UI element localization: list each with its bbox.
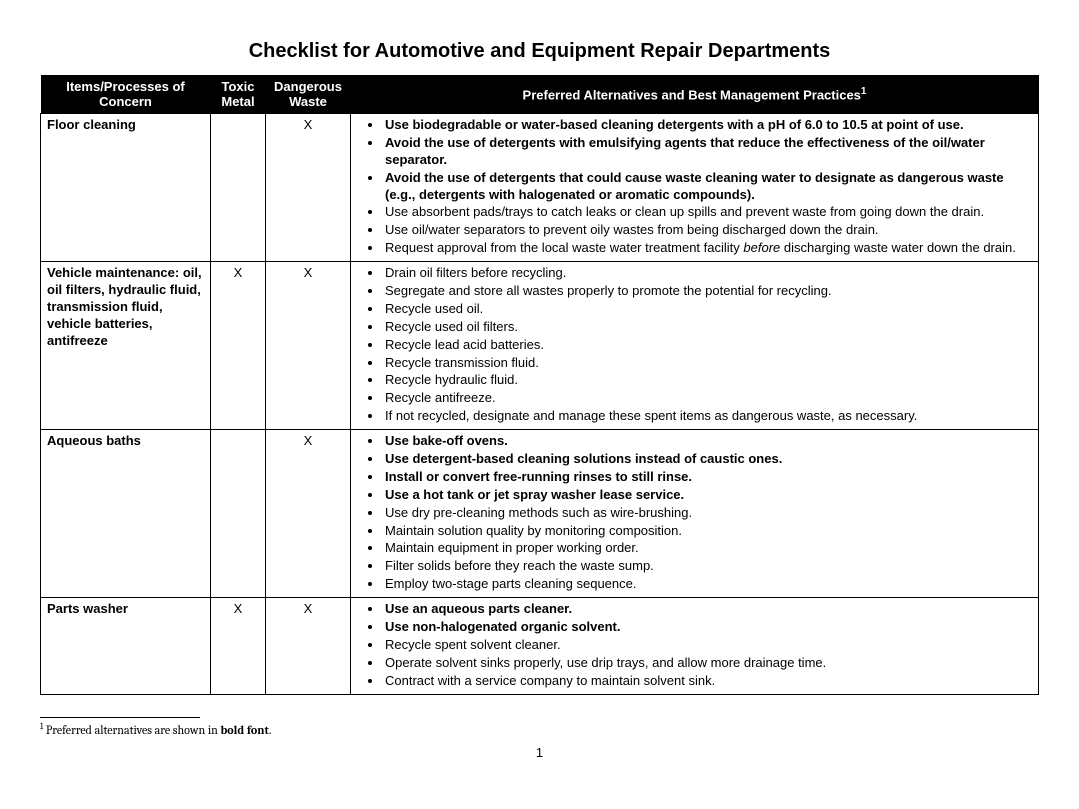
bullet-item: Recycle lead acid batteries.: [383, 337, 1034, 354]
page-title: Checklist for Automotive and Equipment R…: [40, 40, 1039, 63]
bullet-item: Maintain equipment in proper working ord…: [383, 540, 1034, 557]
bullet-item: Use detergent-based cleaning solutions i…: [383, 451, 1034, 468]
header-preferred-sup: 1: [861, 86, 867, 97]
bullet-item: Avoid the use of detergents with emulsif…: [383, 135, 1034, 169]
bullet-item: Use dry pre-cleaning methods such as wir…: [383, 505, 1034, 522]
bullet-item: Use an aqueous parts cleaner.: [383, 601, 1034, 618]
bullet-item: Contract with a service company to maint…: [383, 673, 1034, 690]
cell-dangerous: X: [266, 598, 351, 694]
cell-dangerous: X: [266, 430, 351, 598]
bullet-list: Use an aqueous parts cleaner.Use non-hal…: [355, 601, 1034, 689]
table-row: Parts washerXXUse an aqueous parts clean…: [41, 598, 1039, 694]
footnote-bold: bold font: [220, 723, 268, 737]
bullet-item: Recycle antifreeze.: [383, 390, 1034, 407]
bullet-item: Use oil/water separators to prevent oily…: [383, 222, 1034, 239]
cell-item: Aqueous baths: [41, 430, 211, 598]
bullet-item: Recycle used oil.: [383, 301, 1034, 318]
cell-preferred: Use biodegradable or water-based cleanin…: [351, 114, 1039, 262]
cell-item: Floor cleaning: [41, 114, 211, 262]
bullet-item: If not recycled, designate and manage th…: [383, 408, 1034, 425]
table-row: Floor cleaning X Use biodegradable or wate…: [41, 114, 1039, 262]
table-row: Vehicle maintenance: oil, oil filters, h…: [41, 262, 1039, 430]
cell-item: Parts washer: [41, 598, 211, 694]
bullet-list: Drain oil filters before recycling.Segre…: [355, 265, 1034, 425]
header-preferred: Preferred Alternatives and Best Manageme…: [351, 75, 1039, 114]
bullet-item: Recycle transmission fluid.: [383, 355, 1034, 372]
cell-preferred: Use an aqueous parts cleaner.Use non-hal…: [351, 598, 1039, 694]
table-header-row: Items/Processes of Concern Toxic Metal D…: [41, 75, 1039, 114]
header-toxic: Toxic Metal: [211, 75, 266, 114]
bullet-item: Avoid the use of detergents that could c…: [383, 170, 1034, 204]
bullet-item: Use biodegradable or water-based cleanin…: [383, 117, 1034, 134]
cell-dangerous: X: [266, 114, 351, 262]
bullet-item: Recycle used oil filters.: [383, 319, 1034, 336]
header-items: Items/Processes of Concern: [41, 75, 211, 114]
bullet-item: Recycle hydraulic fluid.: [383, 372, 1034, 389]
bullet-list: Use bake-off ovens.Use detergent-based c…: [355, 433, 1034, 593]
bullet-item: Segregate and store all wastes properly …: [383, 283, 1034, 300]
page-number: 1: [40, 745, 1039, 760]
bullet-item: Use bake-off ovens.: [383, 433, 1034, 450]
cell-item: Vehicle maintenance: oil, oil filters, h…: [41, 262, 211, 430]
header-dangerous: Dangerous Waste: [266, 75, 351, 114]
bullet-item: Drain oil filters before recycling.: [383, 265, 1034, 282]
footnote-text-after: .: [269, 723, 271, 737]
cell-preferred: Use bake-off ovens.Use detergent-based c…: [351, 430, 1039, 598]
cell-toxic: [211, 430, 266, 598]
cell-toxic: [211, 114, 266, 262]
table-row: Aqueous bathsXUse bake-off ovens.Use det…: [41, 430, 1039, 598]
bullet-item: Use non-halogenated organic solvent.: [383, 619, 1034, 636]
cell-toxic: X: [211, 262, 266, 430]
bullet-item: Operate solvent sinks properly, use drip…: [383, 655, 1034, 672]
footnote-rule: [40, 717, 200, 718]
bullet-item: Employ two-stage parts cleaning sequence…: [383, 576, 1034, 593]
bullet-item: Recycle spent solvent cleaner.: [383, 637, 1034, 654]
footnote-text-before: Preferred alternatives are shown in: [43, 723, 220, 737]
cell-dangerous: X: [266, 262, 351, 430]
footnote: 1 Preferred alternatives are shown in bo…: [40, 722, 1039, 737]
bullet-item: Use a hot tank or jet spray washer lease…: [383, 487, 1034, 504]
bullet-item: Install or convert free-running rinses t…: [383, 469, 1034, 486]
cell-toxic: X: [211, 598, 266, 694]
bullet-item: Use absorbent pads/trays to catch leaks …: [383, 204, 1034, 221]
checklist-table: Items/Processes of Concern Toxic Metal D…: [40, 75, 1039, 695]
header-preferred-text: Preferred Alternatives and Best Manageme…: [523, 87, 861, 102]
cell-preferred: Drain oil filters before recycling.Segre…: [351, 262, 1039, 430]
bullet-item: Filter solids before they reach the wast…: [383, 558, 1034, 575]
bullet-item: Maintain solution quality by monitoring …: [383, 523, 1034, 540]
bullet-item: Request approval from the local waste wa…: [383, 240, 1034, 257]
bullet-list: Use biodegradable or water-based cleanin…: [355, 117, 1034, 257]
